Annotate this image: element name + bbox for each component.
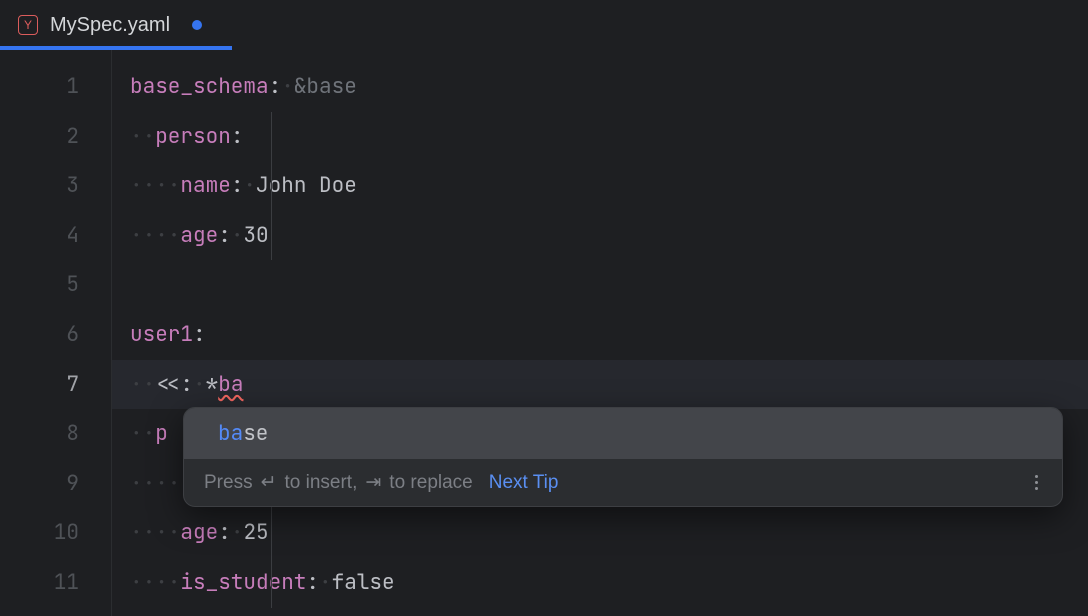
next-tip-link[interactable]: Next Tip (489, 472, 559, 494)
autocomplete-match: ba (218, 420, 243, 447)
yaml-anchor: &base (294, 73, 357, 100)
line-number[interactable]: 9 (0, 459, 111, 509)
typed-text: ba (218, 371, 243, 398)
line-number[interactable]: 8 (0, 409, 111, 459)
tab-bar: Y MySpec.yaml (0, 0, 1088, 50)
yaml-key: name (180, 172, 230, 199)
yaml-key: base_schema (130, 73, 269, 100)
code-area[interactable]: base_schema:·&base ··person: ····name:·J… (112, 50, 1088, 616)
code-line[interactable]: ····age:·30 (112, 211, 1088, 261)
tab-filename: MySpec.yaml (50, 14, 170, 37)
line-number[interactable]: 11 (0, 558, 111, 608)
editor: 1 2 3 4 5 6 7 8 9 10 11 base_schema:·&ba… (0, 50, 1088, 616)
yaml-value: 25 (243, 519, 268, 546)
code-line[interactable]: ····name:·John Doe (112, 161, 1088, 211)
yaml-merge-key: << (155, 371, 180, 398)
code-line-current[interactable]: ··<<:·*ba (112, 360, 1088, 410)
line-number[interactable]: 7 (0, 360, 111, 410)
autocomplete-item[interactable]: base (184, 408, 1062, 459)
yaml-file-icon: Y (18, 15, 38, 35)
unsaved-indicator-icon (192, 20, 202, 30)
hint-text: to insert, (285, 472, 358, 494)
line-number[interactable]: 4 (0, 211, 111, 261)
enter-key-icon: ↵ (261, 471, 277, 494)
code-line[interactable]: base_schema:·&base (112, 62, 1088, 112)
code-line[interactable]: ··person: (112, 112, 1088, 162)
file-tab[interactable]: Y MySpec.yaml (0, 0, 220, 50)
autocomplete-rest: se (243, 420, 268, 447)
hint-text: to replace (389, 472, 472, 494)
hint-text: Press (204, 472, 253, 494)
line-number[interactable]: 6 (0, 310, 111, 360)
yaml-key: is_student (180, 569, 306, 596)
yaml-key: p (155, 420, 168, 447)
yaml-key: person (155, 123, 231, 150)
tab-key-icon: ⇥ (365, 471, 381, 494)
more-options-icon[interactable] (1029, 471, 1044, 494)
line-number[interactable]: 5 (0, 260, 111, 310)
yaml-value: 30 (243, 222, 268, 249)
code-line[interactable]: ····is_student:·false (112, 558, 1088, 608)
yaml-key: age (180, 519, 218, 546)
code-line[interactable] (112, 260, 1088, 310)
line-number[interactable]: 10 (0, 508, 111, 558)
code-line[interactable]: ····age:·25 (112, 508, 1088, 558)
autocomplete-popup: base Press ↵ to insert, ⇥ to replace Nex… (183, 407, 1063, 507)
autocomplete-hint: Press ↵ to insert, ⇥ to replace Next Tip (184, 459, 1062, 506)
line-number[interactable]: 3 (0, 161, 111, 211)
line-number-gutter: 1 2 3 4 5 6 7 8 9 10 11 (0, 50, 112, 616)
line-number[interactable]: 1 (0, 62, 111, 112)
yaml-key: user1 (130, 321, 193, 348)
yaml-key: age (180, 222, 218, 249)
line-number[interactable]: 2 (0, 112, 111, 162)
code-line[interactable]: user1: (112, 310, 1088, 360)
yaml-value: false (332, 569, 395, 596)
